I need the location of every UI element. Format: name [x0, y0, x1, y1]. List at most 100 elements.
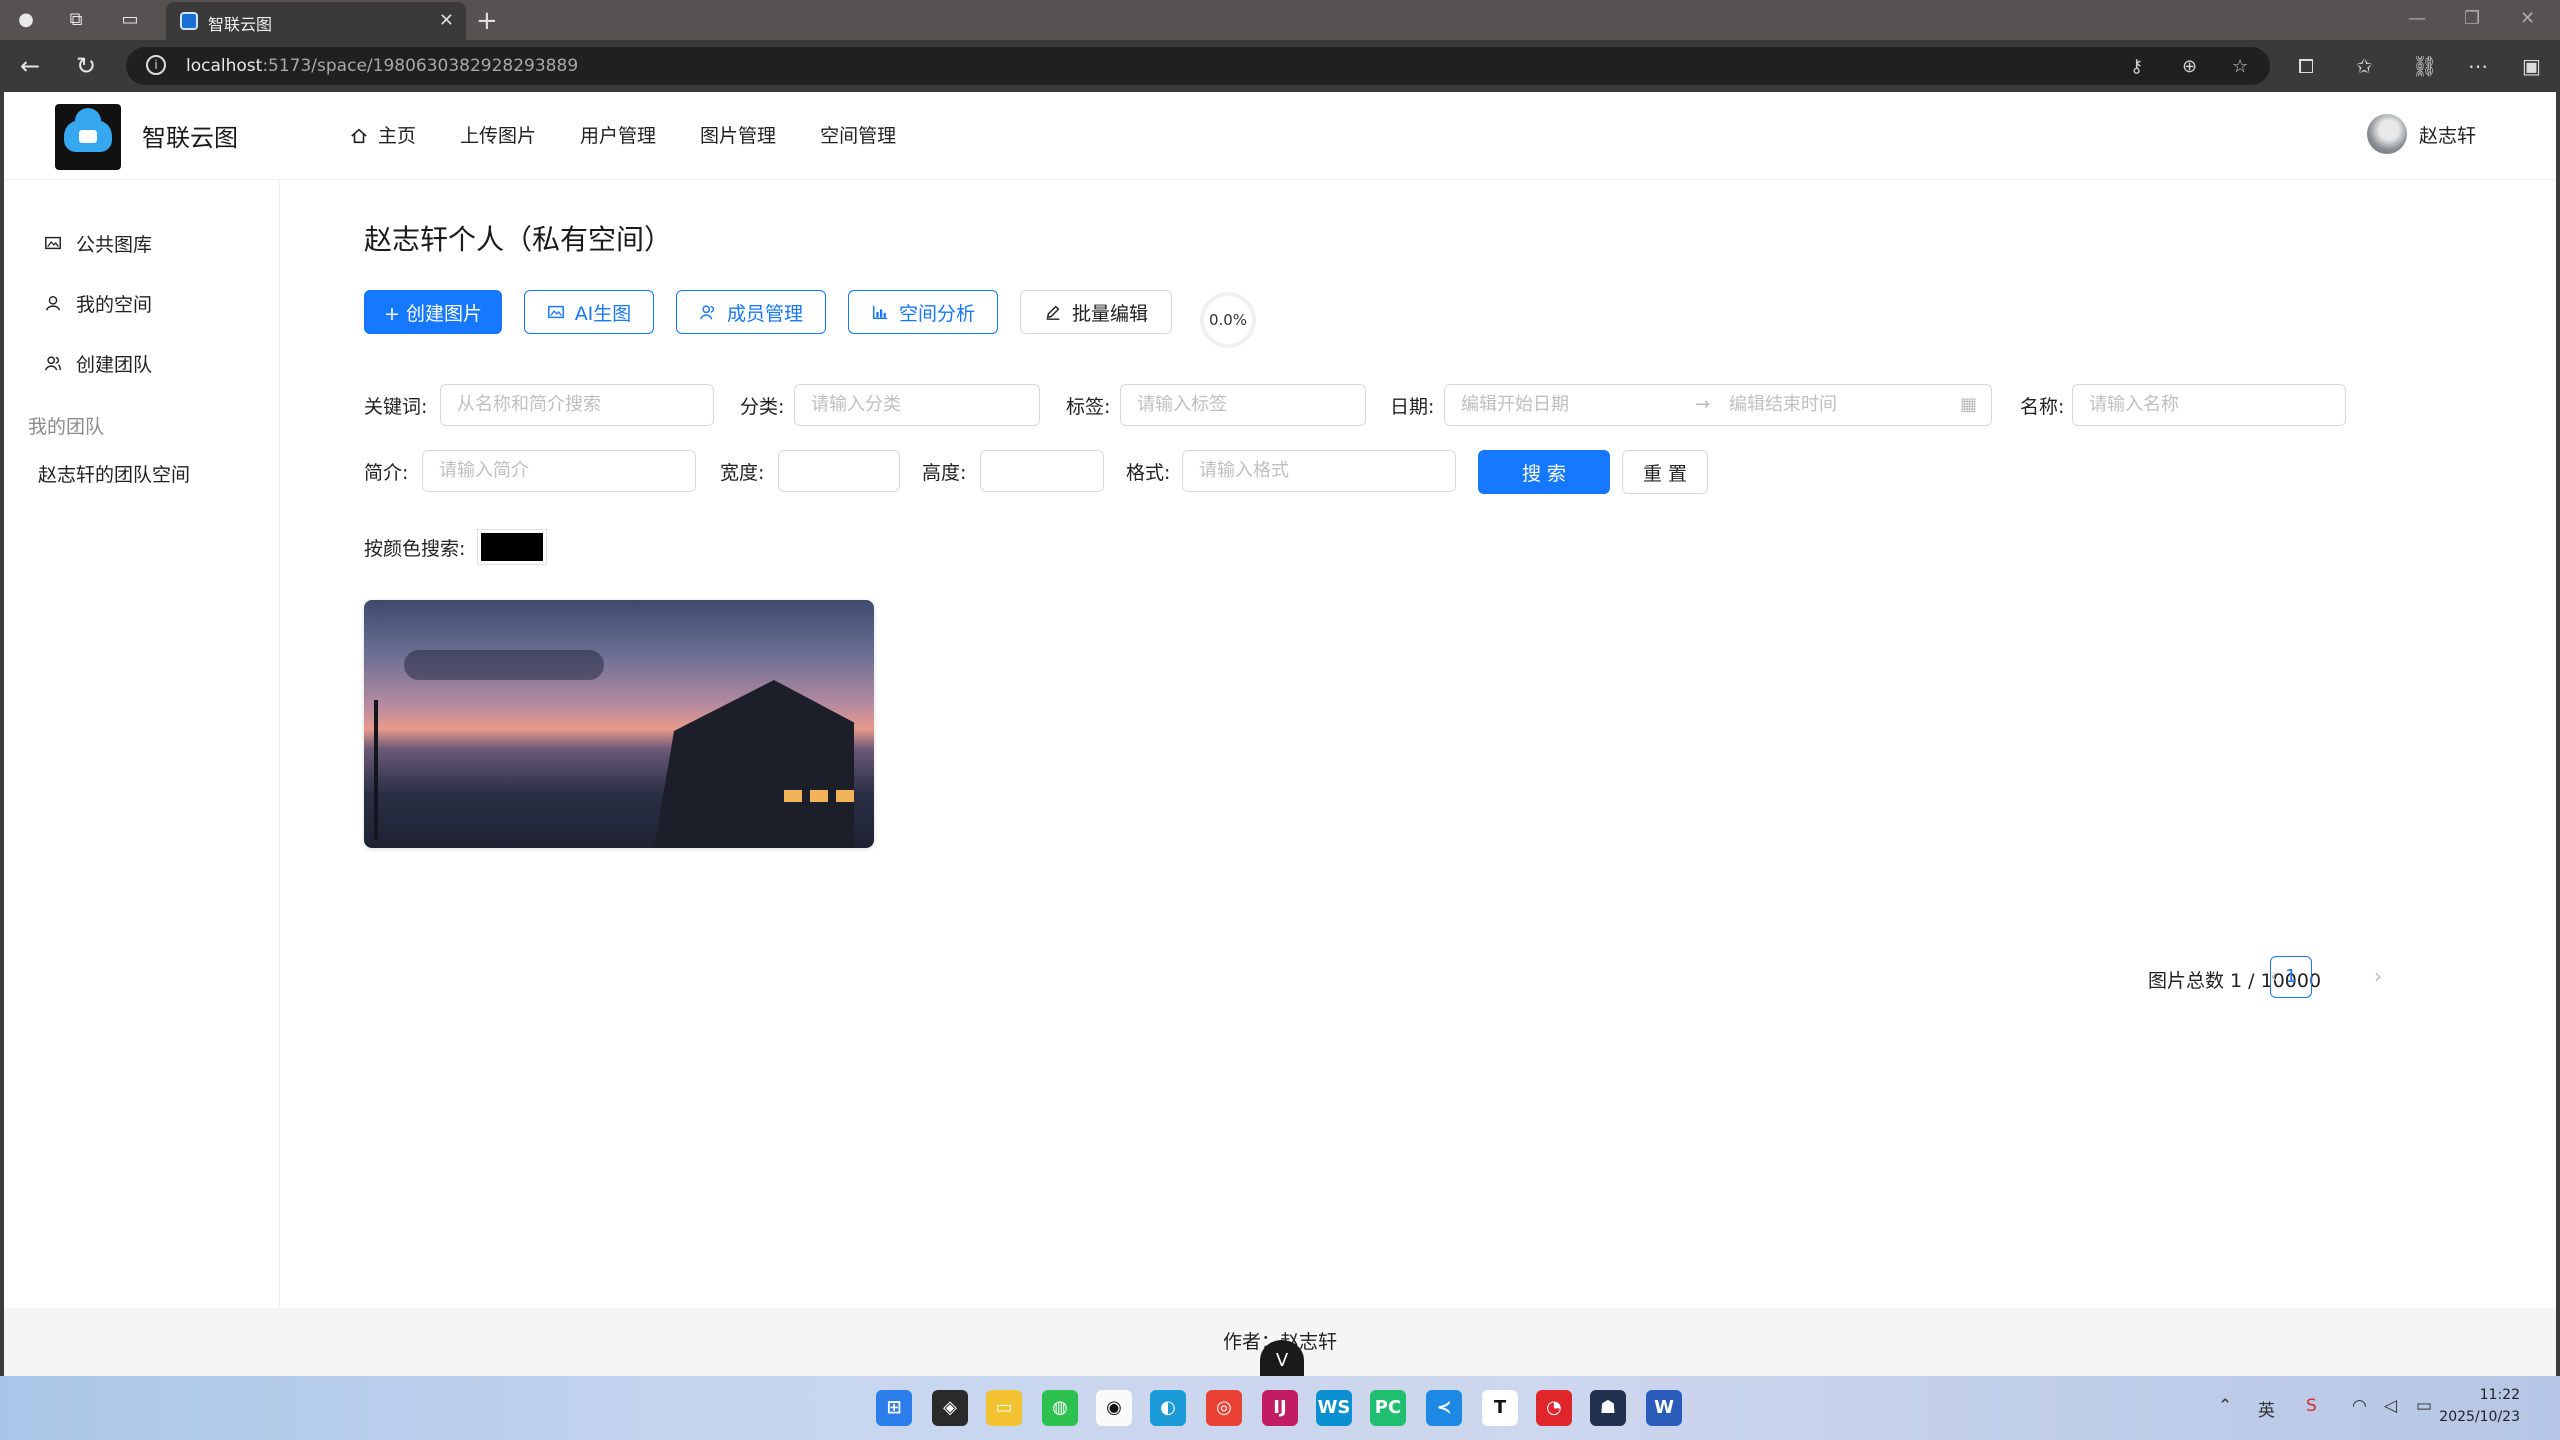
- sidebar-item-team-space[interactable]: 赵志轩的团队空间: [4, 448, 280, 498]
- typora-icon[interactable]: T: [1482, 1390, 1518, 1426]
- reset-button[interactable]: 重 置: [1622, 450, 1708, 494]
- windows-start-icon[interactable]: ⊞: [876, 1390, 912, 1426]
- arrow-right-icon: →: [1695, 394, 1711, 415]
- edit-icon: [1046, 305, 1060, 320]
- date-range-picker[interactable]: 编辑开始日期 → 编辑结束时间 ▦: [1444, 384, 1992, 426]
- netease-music-icon[interactable]: ◔: [1536, 1390, 1572, 1426]
- date-end-input[interactable]: 编辑结束时间: [1729, 385, 1837, 425]
- tab-actions-icon[interactable]: ▭: [118, 8, 142, 32]
- color-search-label: 按颜色搜索:: [364, 538, 466, 560]
- back-icon[interactable]: ←: [20, 52, 40, 80]
- page-1-button[interactable]: 1: [2270, 956, 2312, 998]
- word-icon[interactable]: W: [1646, 1390, 1682, 1426]
- sidebar-item-my-space[interactable]: 我的空间: [4, 278, 280, 328]
- sidebar-item-label: 赵志轩的团队空间: [38, 463, 191, 486]
- wifi-icon[interactable]: ◠: [2352, 1396, 2367, 1416]
- share-icon[interactable]: ⛓: [2412, 54, 2437, 78]
- close-window-icon[interactable]: ✕: [2520, 8, 2535, 29]
- tag-label: 标签:: [1066, 396, 1111, 418]
- more-icon[interactable]: ⋯: [2468, 54, 2488, 78]
- webstorm-icon[interactable]: WS: [1316, 1390, 1352, 1426]
- batch-edit-button[interactable]: 批量编辑: [1020, 290, 1172, 334]
- url-path: :5173/space/1980630382928293889: [262, 56, 579, 76]
- member-management-button[interactable]: 成员管理: [676, 290, 826, 334]
- tag-select[interactable]: 请输入标签: [1120, 384, 1366, 426]
- browser-tab-bar: ● ⧉ ▭ 智联云图 ✕ + — ❐ ✕: [0, 0, 2560, 40]
- brand-name[interactable]: 智联云图: [142, 118, 238, 153]
- system-clock[interactable]: 11:22 2025/10/23: [2439, 1384, 2520, 1428]
- team-icon: [45, 356, 61, 371]
- ai-generate-button[interactable]: AI生图: [524, 290, 654, 334]
- qq-icon[interactable]: ◉: [1096, 1390, 1132, 1426]
- create-picture-button[interactable]: + 创建图片: [364, 290, 502, 334]
- format-label: 格式:: [1126, 462, 1171, 484]
- volume-icon[interactable]: ◁: [2384, 1396, 2397, 1416]
- restore-icon[interactable]: ❐: [2464, 8, 2480, 29]
- new-tab-icon[interactable]: +: [476, 6, 498, 36]
- profile-icon[interactable]: ●: [14, 8, 38, 32]
- pycharm-icon[interactable]: PC: [1370, 1390, 1406, 1426]
- name-input[interactable]: 请输入名称: [2072, 384, 2346, 426]
- sidebar-item-create-team[interactable]: 创建团队: [4, 338, 280, 388]
- intellij-icon[interactable]: IJ: [1262, 1390, 1298, 1426]
- key-icon[interactable]: ⚷: [2130, 56, 2143, 77]
- nav-item-home[interactable]: 主页: [328, 92, 438, 180]
- cat-app-icon[interactable]: ☗: [1590, 1390, 1626, 1426]
- nav-item-users[interactable]: 用户管理: [558, 92, 678, 180]
- site-info-icon[interactable]: i: [146, 55, 166, 75]
- avatar[interactable]: [2366, 114, 2407, 154]
- picture-card[interactable]: [364, 600, 874, 848]
- app-header: 智联云图 主页 上传图片 用户管理 图片管理 空间管理 赵志轩: [4, 92, 2556, 180]
- close-tab-icon[interactable]: ✕: [439, 10, 454, 31]
- browser-address-bar: ← ↻ i localhost:5173/space/1980630382928…: [0, 40, 2560, 92]
- color-picker[interactable]: [477, 529, 547, 565]
- chrome-icon[interactable]: ◎: [1206, 1390, 1242, 1426]
- wechat-icon[interactable]: ◍: [1042, 1390, 1078, 1426]
- calendar-icon: ▦: [1959, 394, 1977, 415]
- favorite-star-icon[interactable]: ☆: [2232, 56, 2248, 77]
- keyword-input[interactable]: 从名称和简介搜索: [440, 384, 714, 426]
- file-explorer-icon[interactable]: ▭: [986, 1390, 1022, 1426]
- search-button[interactable]: 搜 索: [1478, 450, 1610, 494]
- space-usage-progress: 0.0%: [1200, 292, 1256, 348]
- logo-icon[interactable]: [55, 104, 121, 170]
- format-input[interactable]: 请输入格式: [1182, 450, 1456, 492]
- space-analysis-button[interactable]: 空间分析: [848, 290, 998, 334]
- edge-icon[interactable]: ◐: [1150, 1390, 1186, 1426]
- clock-time: 11:22: [2479, 1387, 2520, 1403]
- user-menu[interactable]: 赵志轩: [2366, 114, 2476, 154]
- collections-icon[interactable]: ⧉: [64, 8, 88, 32]
- sidebar-item-label: 公共图库: [76, 233, 153, 256]
- height-input[interactable]: [980, 450, 1104, 492]
- nav-item-upload[interactable]: 上传图片: [438, 92, 558, 180]
- url-input[interactable]: i localhost:5173/space/19806303829282938…: [126, 47, 2270, 85]
- top-nav: 主页 上传图片 用户管理 图片管理 空间管理: [328, 92, 918, 180]
- width-input[interactable]: [778, 450, 900, 492]
- sogou-icon[interactable]: S: [2306, 1396, 2317, 1416]
- next-page-icon[interactable]: ›: [2374, 964, 2382, 988]
- vscode-icon[interactable]: ≺: [1426, 1390, 1462, 1426]
- minimize-icon[interactable]: —: [2408, 8, 2426, 29]
- search-button-label: 搜 索: [1521, 462, 1567, 485]
- date-start-input[interactable]: 编辑开始日期: [1461, 385, 1569, 425]
- battery-icon[interactable]: ▭: [2416, 1396, 2432, 1416]
- url-text: localhost:5173/space/1980630382928293889: [186, 56, 578, 76]
- zoom-icon[interactable]: ⊕: [2182, 56, 2197, 77]
- browser-tab[interactable]: 智联云图 ✕: [166, 2, 466, 40]
- nav-item-spaces[interactable]: 空间管理: [798, 92, 918, 180]
- category-input[interactable]: 请输入分类: [794, 384, 1040, 426]
- vue-devtools-icon[interactable]: V: [1260, 1340, 1304, 1376]
- nav-item-pictures[interactable]: 图片管理: [678, 92, 798, 180]
- image-icon: [45, 236, 61, 250]
- sidebar-toggle-icon[interactable]: ▣: [2522, 54, 2541, 78]
- input-method-icon[interactable]: 英: [2258, 1396, 2275, 1421]
- extensions-icon[interactable]: ⧠: [2298, 54, 2314, 78]
- app-icon-3d[interactable]: ◈: [932, 1390, 968, 1426]
- reload-icon[interactable]: ↻: [76, 52, 96, 80]
- sidebar-item-public-gallery[interactable]: 公共图库: [4, 218, 280, 268]
- intro-input[interactable]: 请输入简介: [422, 450, 696, 492]
- site-favicon-icon: [180, 12, 198, 30]
- tray-chevron-icon[interactable]: ⌃: [2218, 1396, 2232, 1416]
- favorites-icon[interactable]: ✩: [2356, 54, 2373, 78]
- name-label: 名称:: [2020, 396, 2065, 418]
